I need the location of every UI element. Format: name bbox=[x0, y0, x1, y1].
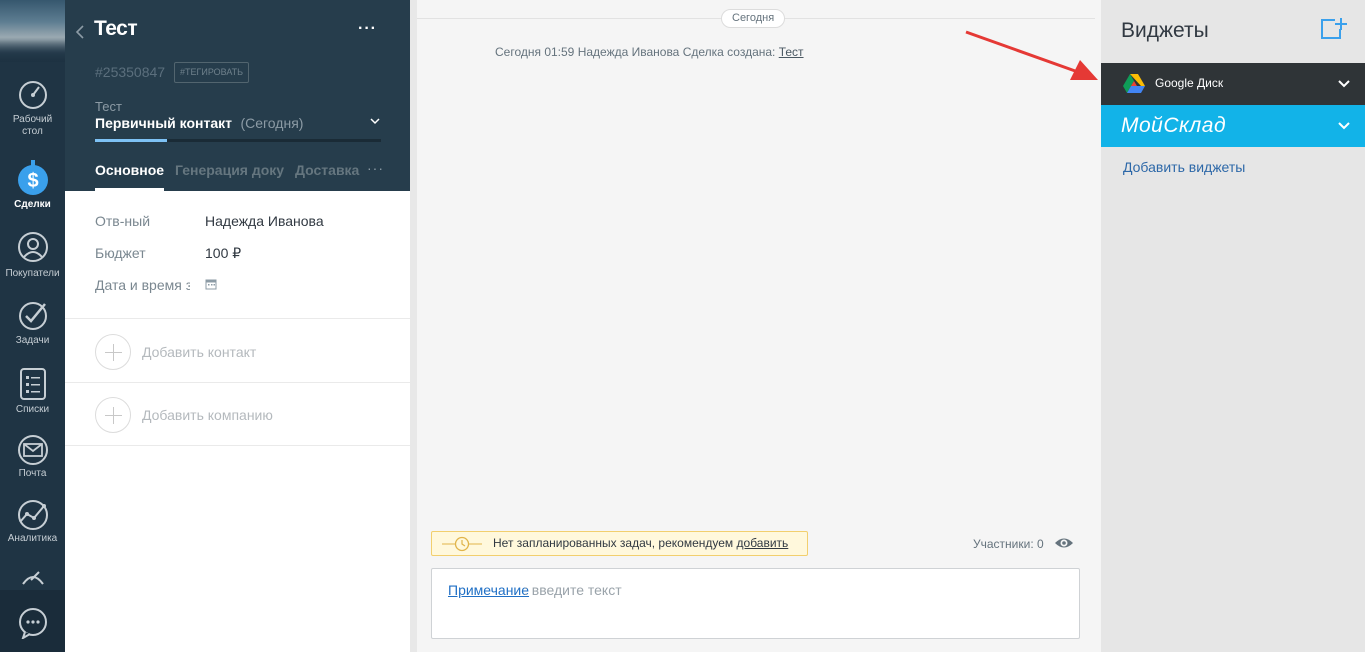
stage-name: Первичный контакт bbox=[95, 115, 232, 131]
moysklad-logo: МойСклад bbox=[1121, 114, 1227, 137]
widgets-title: Виджеты bbox=[1121, 19, 1209, 42]
nav-dashboard-label1: Рабочий bbox=[12, 114, 53, 125]
field-value[interactable]: Надежда Иванова bbox=[205, 213, 324, 229]
nav-analytics[interactable]: Аналитика bbox=[0, 500, 65, 545]
tasks-check-icon bbox=[18, 302, 47, 330]
nav-tasks-label: Задачи bbox=[15, 335, 50, 346]
deal-title[interactable]: Тест bbox=[94, 17, 138, 41]
add-company-label: Добавить компанию bbox=[142, 407, 273, 423]
tab-main[interactable]: Основное bbox=[95, 162, 165, 191]
add-contact-label: Добавить контакт bbox=[142, 344, 257, 360]
nav-deals[interactable]: $ Сделки bbox=[0, 160, 65, 211]
widgets-panel: Виджеты Google Диск МойСклад Добавить ви… bbox=[1101, 0, 1365, 652]
card-tabs: Основное Генерация доку Доставка ··· bbox=[95, 160, 395, 192]
plus-circle-icon bbox=[95, 334, 131, 370]
nav-customers[interactable]: Покупатели bbox=[0, 231, 65, 280]
nav-deals-label: Сделки bbox=[14, 199, 51, 210]
stage-progress-bar bbox=[95, 139, 381, 142]
tab-doc-generation[interactable]: Генерация доку bbox=[175, 162, 284, 178]
customers-icon bbox=[17, 232, 48, 262]
nav-lists[interactable]: Списки bbox=[0, 367, 65, 416]
google-drive-icon bbox=[1123, 74, 1145, 93]
main-nav: Рабочий стол $ Сделки Покупатели Задачи bbox=[0, 0, 65, 652]
back-arrow-icon[interactable] bbox=[74, 24, 88, 40]
add-widget-icon[interactable] bbox=[1321, 17, 1347, 41]
chevron-down-icon bbox=[1338, 80, 1350, 88]
deals-dollar-icon: $ bbox=[17, 160, 48, 195]
widget-google-drive[interactable]: Google Диск bbox=[1101, 63, 1365, 105]
lists-icon bbox=[19, 368, 46, 400]
nav-dashboard[interactable]: Рабочий стол bbox=[0, 79, 65, 138]
field-datetime[interactable]: Дата и время з bbox=[95, 277, 395, 297]
svg-text:$: $ bbox=[27, 170, 38, 192]
chat-button[interactable] bbox=[0, 590, 65, 652]
note-type-link[interactable]: Примечание bbox=[448, 582, 529, 598]
note-input[interactable]: Примечание : введите текст bbox=[431, 568, 1080, 639]
pipeline-label: Тест bbox=[95, 99, 122, 114]
tabs-more-button[interactable]: ··· bbox=[367, 160, 384, 176]
feed-separator bbox=[410, 0, 417, 652]
field-responsible[interactable]: Отв-ный Надежда Иванова bbox=[95, 213, 395, 233]
note-placeholder: : введите текст bbox=[524, 582, 622, 598]
widget-google-drive-label: Google Диск bbox=[1155, 76, 1224, 90]
chevron-down-icon bbox=[370, 118, 380, 125]
analytics-icon bbox=[17, 500, 48, 530]
deal-card: Тест ··· #25350847 #ТЕГИРОВАТЬ Тест Перв… bbox=[65, 0, 410, 652]
activity-feed: Сегодня Сегодня 01:59 Надежда Иванова Сд… bbox=[417, 0, 1095, 652]
field-label: Бюджет bbox=[95, 245, 146, 261]
nav-mail[interactable]: Почта bbox=[0, 435, 65, 480]
calendar-icon[interactable] bbox=[205, 278, 217, 290]
warning-text: Нет запланированных задач, рекомендуем bbox=[493, 536, 737, 550]
tag-button[interactable]: #ТЕГИРОВАТЬ bbox=[174, 62, 250, 83]
event-text: Сегодня 01:59 Надежда Иванова Сделка соз… bbox=[495, 45, 779, 59]
tab-delivery[interactable]: Доставка bbox=[295, 162, 359, 178]
clock-icon bbox=[442, 536, 482, 552]
add-widgets-link[interactable]: Добавить виджеты bbox=[1123, 159, 1245, 175]
dashboard-icon bbox=[18, 81, 47, 109]
plus-circle-icon bbox=[95, 397, 131, 433]
field-label: Дата и время з bbox=[95, 277, 190, 293]
field-label: Отв-ный bbox=[95, 213, 151, 229]
stage-selector[interactable]: Первичный контакт (Сегодня) bbox=[95, 115, 381, 135]
nav-settings-partial[interactable] bbox=[0, 566, 65, 586]
nav-analytics-label: Аналитика bbox=[7, 533, 58, 544]
nav-lists-label: Списки bbox=[15, 404, 50, 415]
event-deal-link[interactable]: Тест bbox=[779, 45, 804, 59]
feed-event: Сегодня 01:59 Надежда Иванова Сделка соз… bbox=[495, 45, 804, 59]
deal-more-menu[interactable]: ··· bbox=[358, 20, 377, 38]
no-tasks-warning: Нет запланированных задач, рекомендуем д… bbox=[431, 531, 808, 556]
mail-icon bbox=[17, 435, 48, 465]
deal-id: #25350847 bbox=[95, 64, 166, 80]
nav-dashboard-label2: стол bbox=[22, 126, 43, 137]
participants-count: Участники: 0 bbox=[973, 537, 1044, 551]
field-budget[interactable]: Бюджет 100 ₽ bbox=[95, 245, 395, 265]
deal-card-header: Тест ··· #25350847 #ТЕГИРОВАТЬ Тест Перв… bbox=[65, 0, 410, 191]
date-chip: Сегодня bbox=[721, 9, 786, 28]
eye-icon[interactable] bbox=[1054, 534, 1074, 552]
stage-progress-fill bbox=[95, 139, 167, 142]
nav-mail-label: Почта bbox=[18, 468, 47, 479]
settings-partial-icon bbox=[21, 571, 44, 585]
field-value[interactable]: 100 ₽ bbox=[205, 245, 241, 262]
chat-bubble-icon bbox=[19, 608, 47, 639]
add-company-row[interactable]: Добавить компанию bbox=[65, 383, 410, 446]
nav-tasks[interactable]: Задачи bbox=[0, 300, 65, 347]
user-avatar[interactable] bbox=[0, 0, 65, 62]
chevron-down-icon bbox=[1338, 122, 1350, 130]
nav-customers-label: Покупатели bbox=[5, 268, 60, 279]
add-contact-row[interactable]: Добавить контакт bbox=[65, 320, 410, 383]
deal-fields: Отв-ный Надежда Иванова Бюджет 100 ₽ Дат… bbox=[65, 191, 410, 319]
stage-date: (Сегодня) bbox=[240, 115, 304, 131]
add-task-link[interactable]: добавить bbox=[737, 536, 789, 550]
widget-moysklad[interactable]: МойСклад bbox=[1101, 105, 1365, 147]
